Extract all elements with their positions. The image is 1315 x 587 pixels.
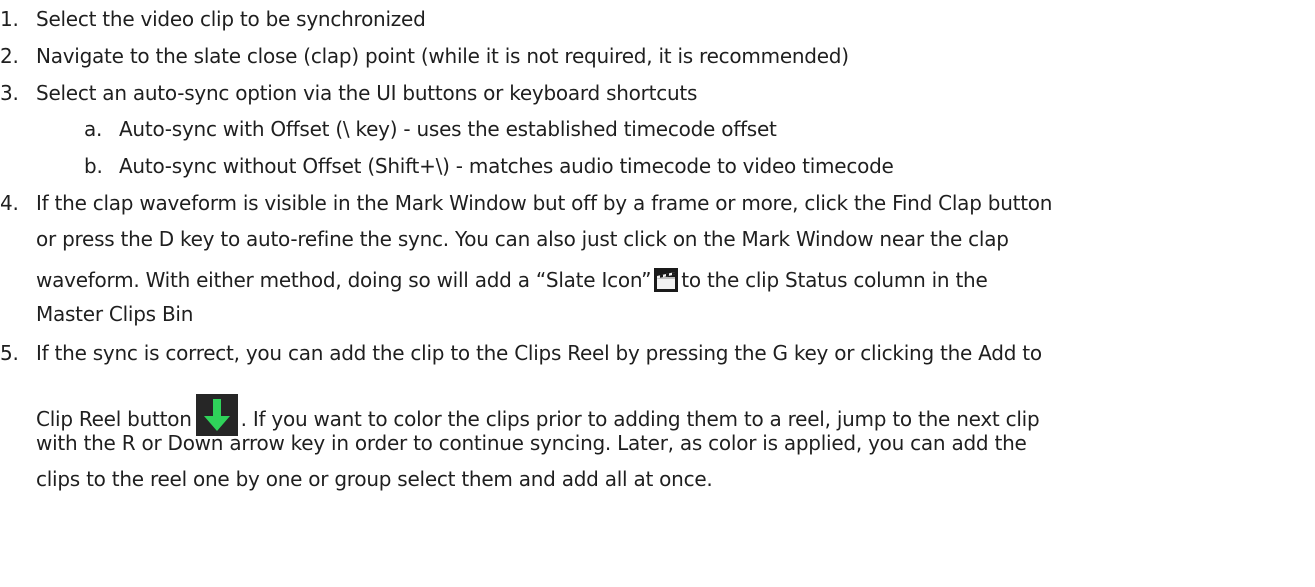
step-4-number: 4. (0, 191, 19, 215)
step-5-line-2-after: . If you want to color the clips prior t… (240, 407, 1040, 431)
document-page: 1. Select the video clip to be synchroni… (0, 0, 1315, 587)
step-5-line-2-before: Clip Reel button (36, 407, 192, 431)
step-4-line-3-before: waveform. With either method, doing so w… (36, 268, 652, 292)
step-4-line-3: waveform. With either method, doing so w… (36, 268, 988, 292)
step-2-text: Navigate to the slate close (clap) point… (36, 44, 849, 68)
step-4-line-2: or press the D key to auto-refine the sy… (36, 227, 1009, 251)
step-1-text: Select the video clip to be synchronized (36, 7, 426, 31)
substep-a-letter: a. (84, 117, 103, 141)
down-arrow-icon (195, 394, 238, 436)
substep-a-text: Auto-sync with Offset (\ key) - uses the… (119, 117, 777, 141)
slate-icon (654, 268, 679, 292)
step-4-line-1: If the clap waveform is visible in the M… (36, 191, 1053, 215)
step-3-text: Select an auto-sync option via the UI bu… (36, 81, 698, 105)
step-5-line-3: with the R or Down arrow key in order to… (36, 431, 1027, 455)
step-4-line-4: Master Clips Bin (36, 302, 194, 326)
step-5-number: 5. (0, 341, 19, 365)
step-2-number: 2. (0, 44, 19, 68)
step-4-line-3-after: to the clip Status column in the (681, 268, 988, 292)
substep-b-letter: b. (84, 154, 103, 178)
step-5-line-4: clips to the reel one by one or group se… (36, 467, 713, 491)
step-1-number: 1. (0, 7, 19, 31)
step-3-number: 3. (0, 81, 19, 105)
substep-b-text: Auto-sync without Offset (Shift+\) - mat… (119, 154, 894, 178)
step-5-line-1: If the sync is correct, you can add the … (36, 341, 1042, 365)
step-5-line-2: Clip Reel button . If you want to color t… (36, 394, 1040, 436)
